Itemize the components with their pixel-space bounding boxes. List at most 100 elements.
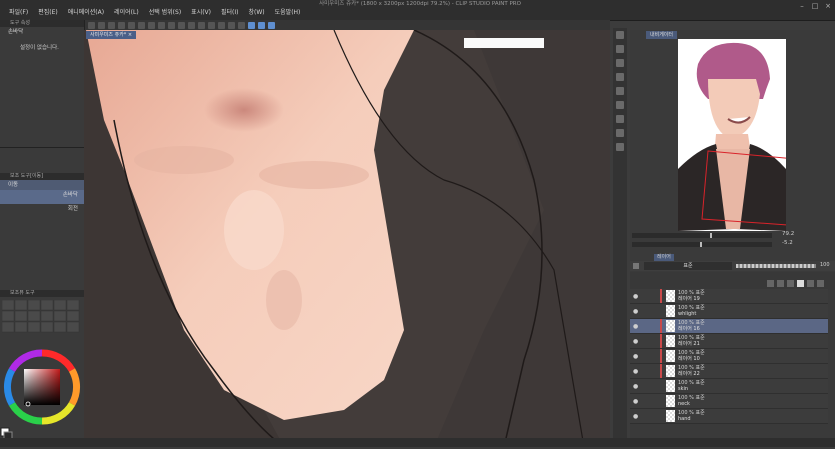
transform-icon[interactable] bbox=[158, 21, 165, 29]
snap-icon[interactable] bbox=[208, 21, 215, 29]
grid-icon[interactable] bbox=[218, 21, 225, 29]
document-tab-label: 사미우미즈 쥬카* bbox=[90, 32, 127, 38]
new-file-icon[interactable] bbox=[88, 21, 95, 29]
navigator-tab[interactable]: 내비게이터 bbox=[646, 31, 678, 39]
sub-tool-rotate[interactable]: 회전 bbox=[0, 204, 84, 214]
tool-property-empty-message: 설정이 없습니다. bbox=[20, 45, 59, 51]
visibility-eye-icon[interactable]: ● bbox=[633, 368, 638, 375]
material-icon-1[interactable] bbox=[616, 73, 624, 81]
visibility-eye-icon[interactable]: ● bbox=[633, 308, 638, 315]
status-bar bbox=[0, 438, 835, 447]
menu-help[interactable]: 도움말(H) bbox=[270, 8, 306, 18]
sub-view-icon[interactable] bbox=[616, 45, 624, 53]
minimize-icon[interactable]: – bbox=[797, 2, 807, 10]
delete-layer-icon[interactable] bbox=[817, 280, 824, 287]
layer-row[interactable]: ● 100 % 표준 레이어 10 bbox=[630, 349, 828, 364]
visibility-eye-icon[interactable]: ● bbox=[633, 383, 638, 390]
layer-color-mark bbox=[660, 364, 662, 378]
visibility-eye-icon[interactable]: ● bbox=[633, 338, 638, 345]
navigator-zoom-value: 79.2 bbox=[782, 231, 795, 237]
info-icon[interactable] bbox=[616, 59, 624, 67]
save-icon[interactable] bbox=[108, 21, 115, 29]
layer-name: hand bbox=[678, 416, 691, 422]
copy-layer-icon[interactable] bbox=[787, 280, 794, 287]
layer-row[interactable]: ● 100 % 표준 whlight bbox=[630, 304, 828, 319]
layer-color-icon[interactable] bbox=[633, 263, 639, 269]
visibility-eye-icon[interactable]: ● bbox=[633, 323, 638, 330]
menu-file[interactable]: 파일(F) bbox=[4, 8, 33, 18]
sub-tool-move[interactable]: 이동 bbox=[0, 180, 84, 190]
tool-property-header[interactable]: 도구 속성 bbox=[0, 20, 84, 27]
merge-icon[interactable] bbox=[807, 280, 814, 287]
new-folder-icon[interactable] bbox=[777, 280, 784, 287]
layer-color-mark bbox=[660, 319, 662, 333]
close-icon[interactable]: × bbox=[823, 2, 833, 10]
layer-thumbnail bbox=[666, 395, 675, 407]
deselect-icon[interactable] bbox=[168, 21, 175, 29]
crop-icon[interactable] bbox=[178, 21, 185, 29]
menu-animation[interactable]: 애니메이션(A) bbox=[63, 8, 109, 18]
menu-layer[interactable]: 레이어(L) bbox=[109, 8, 144, 18]
menu-window[interactable]: 창(W) bbox=[244, 8, 270, 18]
close-tab-icon[interactable]: × bbox=[128, 32, 132, 38]
canvas-artwork[interactable] bbox=[84, 30, 610, 447]
stabilization-icon[interactable] bbox=[258, 21, 265, 29]
mask-icon[interactable] bbox=[797, 280, 804, 287]
layer-tab[interactable]: 레이어 bbox=[654, 254, 674, 261]
sub-tool-header[interactable]: 보조 도구[이동] bbox=[0, 173, 84, 180]
redo-icon[interactable] bbox=[128, 21, 135, 29]
command-bar bbox=[84, 20, 610, 30]
layer-property-row: 표준 100 bbox=[630, 261, 835, 271]
tool-property-body: 설정이 없습니다. bbox=[0, 37, 84, 147]
layer-row[interactable]: ● 100 % 표준 레이어 19 bbox=[630, 289, 828, 304]
layer-row[interactable]: ● 100 % 표준 레이어 21 bbox=[630, 334, 828, 349]
material-icon-5[interactable] bbox=[616, 129, 624, 137]
clear-icon[interactable] bbox=[138, 21, 145, 29]
undo-icon[interactable] bbox=[118, 21, 125, 29]
layer-row[interactable]: ● 100 % 표준 레이어 22 bbox=[630, 364, 828, 379]
material-icon-2[interactable] bbox=[616, 87, 624, 95]
layer-row[interactable]: ● 100 % 표준 skin bbox=[630, 379, 828, 394]
layer-thumbnail bbox=[666, 350, 675, 362]
navigator-icon[interactable] bbox=[616, 31, 624, 39]
layer-row[interactable]: ● 100 % 표준 레이어 16 bbox=[630, 319, 828, 334]
layer-row[interactable]: ● 100 % 표준 neck bbox=[630, 394, 828, 409]
pen-pressure-icon[interactable] bbox=[248, 21, 255, 29]
color-wheel-panel bbox=[0, 340, 84, 447]
navigator-rotation-value: -5.2 bbox=[782, 240, 793, 246]
layer-name: 레이어 19 bbox=[678, 296, 700, 302]
layer-color-mark bbox=[660, 349, 662, 363]
opacity-value: 100 bbox=[820, 262, 830, 268]
fill-icon[interactable] bbox=[148, 21, 155, 29]
document-tab[interactable]: 사미우미즈 쥬카* × bbox=[86, 31, 137, 39]
material-icon-4[interactable] bbox=[616, 115, 624, 123]
maximize-icon[interactable]: □ bbox=[810, 2, 820, 10]
menu-selection[interactable]: 선택 범위(S) bbox=[144, 8, 186, 18]
new-layer-icon[interactable] bbox=[767, 280, 774, 287]
preview-icon[interactable] bbox=[238, 21, 245, 29]
selection-border-icon[interactable] bbox=[198, 21, 205, 29]
visibility-eye-icon[interactable]: ● bbox=[633, 293, 638, 300]
layer-thumbnail bbox=[666, 335, 675, 347]
sub-tool-hand[interactable]: 손바닥 bbox=[0, 190, 84, 204]
opacity-slider[interactable] bbox=[736, 264, 816, 268]
material-icon-3[interactable] bbox=[616, 101, 624, 109]
ruler-icon[interactable] bbox=[228, 21, 235, 29]
color-set-header[interactable]: 보조뷰 도구 bbox=[0, 290, 94, 297]
open-file-icon[interactable] bbox=[98, 21, 105, 29]
brush-mode-icon[interactable] bbox=[268, 21, 275, 29]
visibility-eye-icon[interactable]: ● bbox=[633, 353, 638, 360]
navigator-preview[interactable] bbox=[678, 39, 786, 231]
canvas-area[interactable] bbox=[84, 30, 610, 447]
visibility-eye-icon[interactable]: ● bbox=[633, 413, 638, 420]
menu-view[interactable]: 표시(V) bbox=[186, 8, 216, 18]
blend-mode-select[interactable]: 표준 bbox=[644, 262, 732, 270]
invert-selection-icon[interactable] bbox=[188, 21, 195, 29]
menu-filter[interactable]: 필터(I) bbox=[216, 8, 244, 18]
visibility-eye-icon[interactable]: ● bbox=[633, 398, 638, 405]
material-icon-6[interactable] bbox=[616, 143, 624, 151]
color-wheel[interactable] bbox=[0, 340, 84, 447]
layer-row[interactable]: ● 100 % 표준 hand bbox=[630, 409, 828, 424]
menu-edit[interactable]: 편집(E) bbox=[33, 8, 63, 18]
navigator-controls[interactable] bbox=[632, 233, 835, 251]
